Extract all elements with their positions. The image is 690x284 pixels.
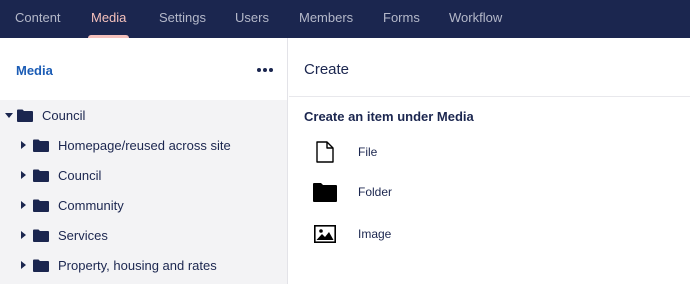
- caret-down-icon[interactable]: [5, 113, 13, 118]
- tree-item-label: Community: [58, 198, 124, 213]
- media-tree-sidebar: Media Council Homepage/reused across sit…: [0, 38, 288, 284]
- tree-item-label: Council: [42, 108, 86, 123]
- tab-forms[interactable]: Forms: [383, 0, 420, 38]
- tab-content[interactable]: Content: [15, 0, 61, 38]
- create-item-label: Folder: [358, 185, 393, 199]
- create-panel: Create Create an item under Media File F…: [289, 38, 690, 284]
- tree-item-label: Property, housing and rates: [58, 258, 217, 273]
- folder-icon: [33, 259, 49, 272]
- sidebar-title[interactable]: Media: [16, 63, 53, 78]
- folder-icon: [17, 109, 33, 122]
- folder-icon: [33, 169, 49, 182]
- tab-workflow[interactable]: Workflow: [449, 0, 502, 38]
- tree-item-label: Services: [58, 228, 108, 243]
- image-icon: [314, 225, 336, 243]
- tree-item-homepage-reused[interactable]: Homepage/reused across site: [0, 130, 287, 160]
- folder-icon: [33, 229, 49, 242]
- tab-users[interactable]: Users: [235, 0, 269, 38]
- top-navigation: Content Media Settings Users Members For…: [0, 0, 690, 38]
- caret-right-icon[interactable]: [21, 261, 26, 269]
- tab-members[interactable]: Members: [299, 0, 353, 38]
- tree-item-label: Homepage/reused across site: [58, 138, 231, 153]
- panel-title: Create: [304, 61, 350, 78]
- sidebar-header: Media: [0, 38, 287, 100]
- caret-right-icon[interactable]: [21, 231, 26, 239]
- tree-item-council-root[interactable]: Council: [0, 100, 287, 130]
- create-item-label: File: [358, 145, 378, 159]
- folder-icon: [33, 139, 49, 152]
- folder-icon: [33, 199, 49, 212]
- panel-header: Create: [289, 38, 690, 97]
- tree-item-label: Council: [58, 168, 102, 183]
- tree-item-community[interactable]: Community: [0, 190, 287, 220]
- tree-item-property-housing-rates[interactable]: Property, housing and rates: [0, 250, 287, 280]
- ellipsis-icon[interactable]: [255, 67, 275, 73]
- file-icon: [316, 141, 334, 163]
- tab-media[interactable]: Media: [87, 0, 130, 38]
- folder-icon: [313, 183, 337, 202]
- create-item-label: Image: [358, 227, 392, 241]
- create-image-option[interactable]: Image: [313, 221, 513, 247]
- section-title: Create an item under Media: [304, 109, 474, 124]
- caret-right-icon[interactable]: [21, 171, 26, 179]
- caret-right-icon[interactable]: [21, 141, 26, 149]
- caret-right-icon[interactable]: [21, 201, 26, 209]
- tree-item-council[interactable]: Council: [0, 160, 287, 190]
- create-file-option[interactable]: File: [313, 139, 513, 165]
- create-folder-option[interactable]: Folder: [313, 179, 513, 205]
- tree-item-services[interactable]: Services: [0, 220, 287, 250]
- tab-settings[interactable]: Settings: [159, 0, 206, 38]
